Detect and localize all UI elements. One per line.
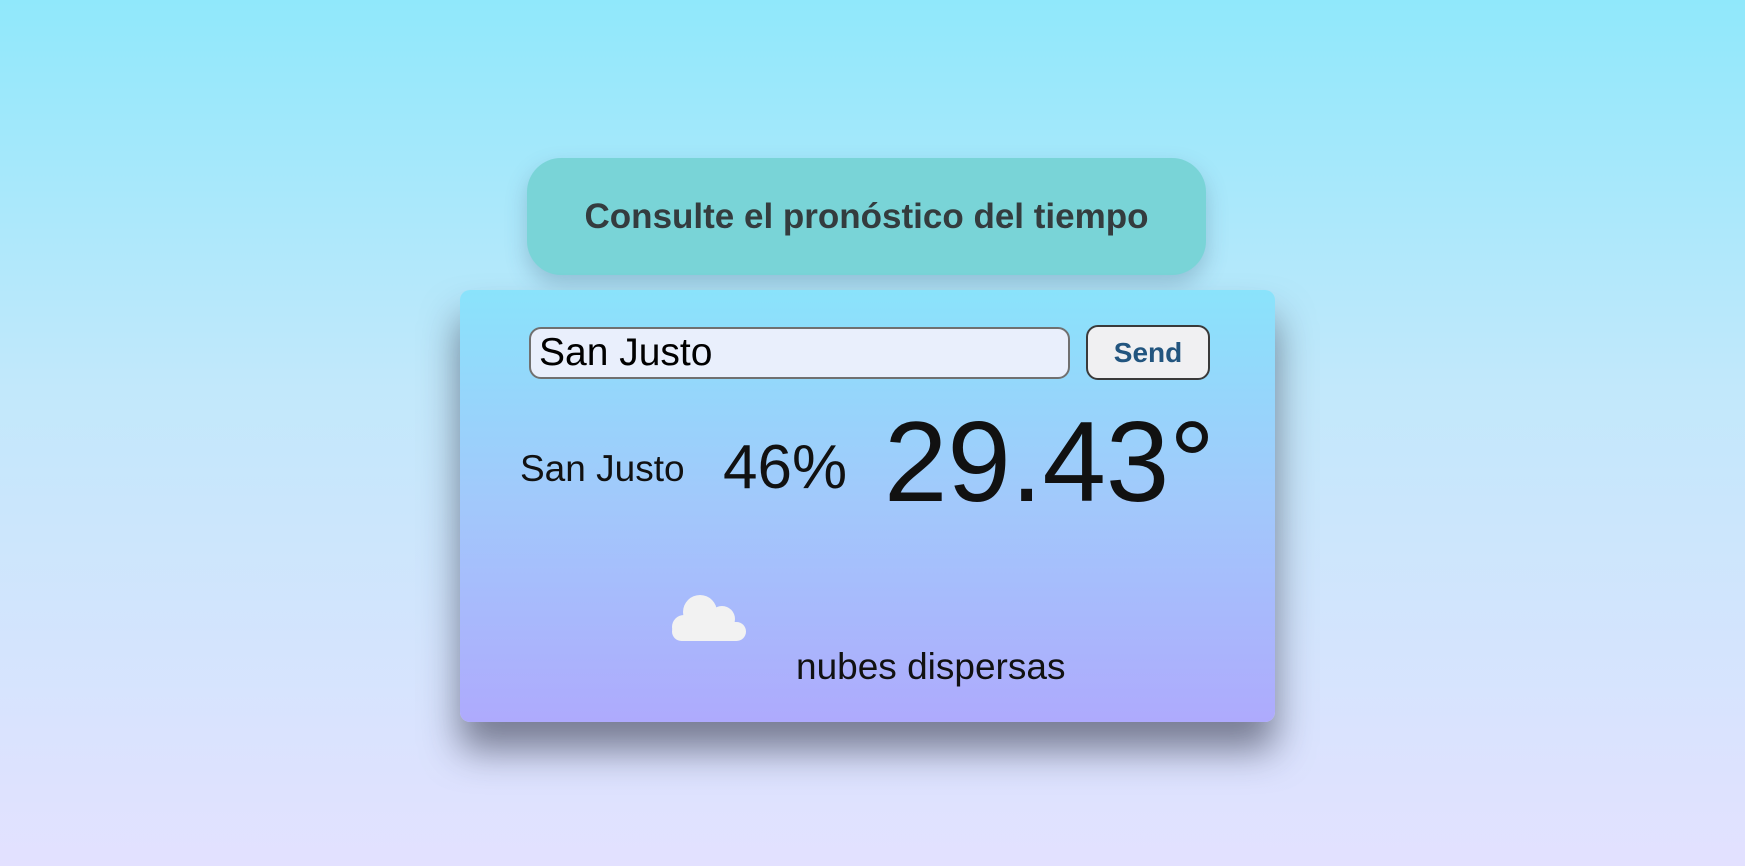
- cloud-icon: [672, 595, 746, 641]
- weather-card: Send San Justo 46% 29.43° nubes dispersa…: [460, 290, 1275, 722]
- send-button[interactable]: Send: [1086, 325, 1210, 380]
- title-banner: Consulte el pronóstico del tiempo: [527, 158, 1206, 275]
- city-search-input[interactable]: [529, 327, 1070, 379]
- city-name: San Justo: [520, 448, 685, 489]
- humidity-value: 46%: [723, 433, 848, 502]
- page-title: Consulte el pronóstico del tiempo: [584, 196, 1149, 236]
- weather-description: nubes dispersas: [796, 646, 1066, 687]
- temperature-value: 29.43°: [884, 399, 1215, 526]
